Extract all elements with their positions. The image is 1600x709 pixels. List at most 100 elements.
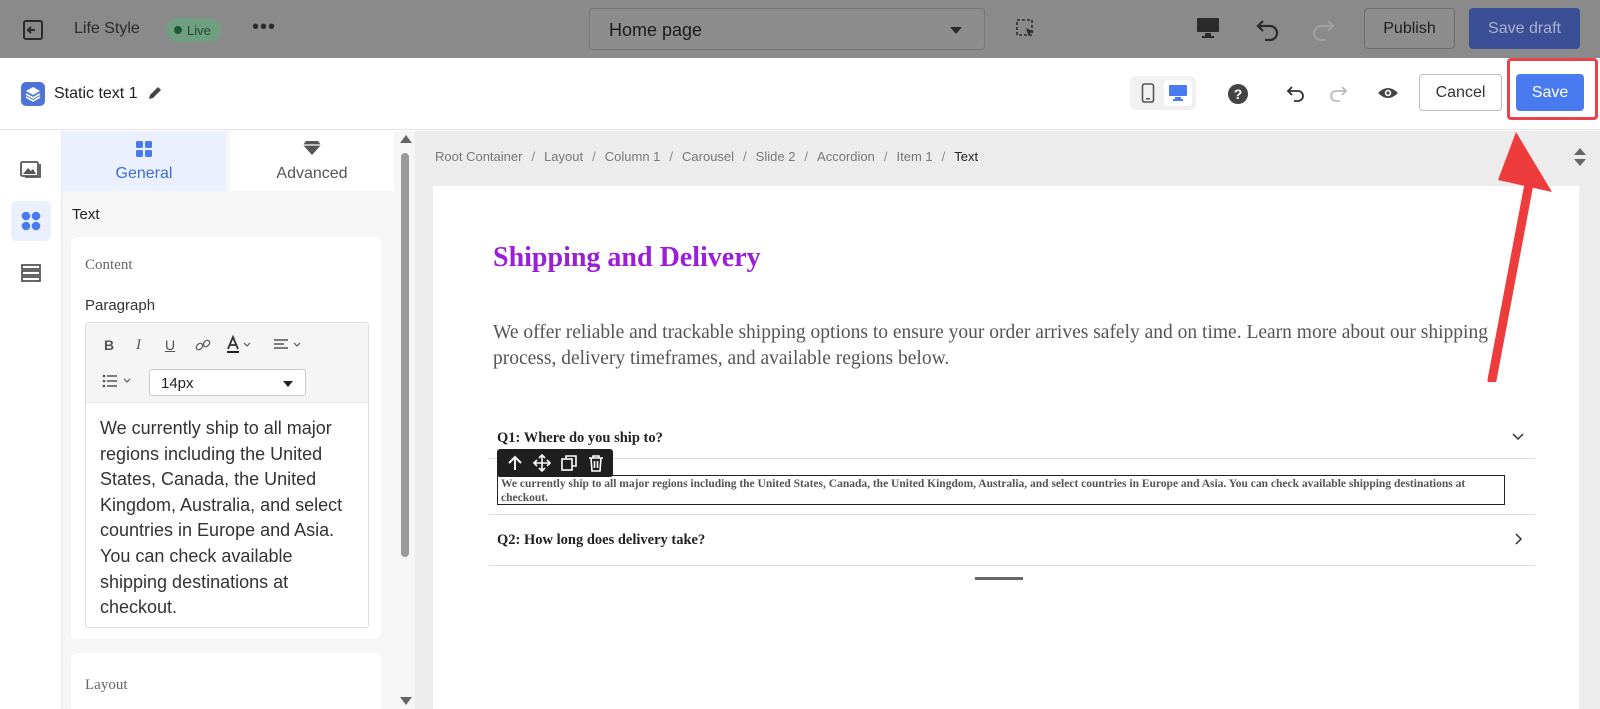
tab-general-label: General — [115, 165, 173, 182]
content-card: Content Paragraph B I U 14px We currentl… — [71, 237, 381, 639]
left-icon-rail — [0, 131, 62, 709]
breadcrumb-separator: / — [669, 149, 674, 164]
breadcrumb-item[interactable]: Accordion — [817, 149, 875, 164]
select-parent-icon[interactable] — [506, 454, 524, 472]
underline-button[interactable]: U — [165, 337, 175, 353]
app-topbar: Life Style Live ••• Home page Publish Sa… — [0, 0, 1600, 58]
chevron-down-icon — [1512, 433, 1524, 441]
undo-icon[interactable] — [1255, 15, 1281, 41]
exit-icon[interactable] — [22, 19, 44, 41]
accordion-item: Q1: Where do you ship to? We currently s… — [489, 416, 1535, 515]
delete-icon[interactable] — [587, 454, 605, 472]
page-intro-text[interactable]: We offer reliable and trackable shipping… — [493, 320, 1503, 371]
breadcrumb-separator: / — [743, 149, 747, 164]
breadcrumb-separator: / — [531, 149, 536, 164]
chevron-down-icon — [283, 381, 293, 387]
rail-item-media[interactable] — [11, 149, 51, 189]
device-toggle — [1130, 76, 1196, 110]
page-preview: Shipping and Delivery We offer reliable … — [433, 186, 1579, 709]
page-heading[interactable]: Shipping and Delivery — [493, 242, 761, 274]
elements-icon — [21, 211, 41, 231]
element-action-toolbar — [497, 449, 613, 477]
grid-icon — [136, 141, 152, 157]
accordion-body: We currently ship to all major regions i… — [489, 449, 1535, 514]
tab-general[interactable]: General — [62, 131, 226, 191]
accordion-header[interactable]: Q1: Where do you ship to? — [489, 416, 1535, 458]
diamond-icon — [303, 141, 321, 155]
rail-item-layers[interactable] — [11, 253, 51, 293]
settings-panel: General Advanced Text Content Paragraph … — [62, 131, 397, 709]
bold-button[interactable]: B — [104, 337, 114, 353]
font-size-select[interactable]: 14px — [149, 369, 306, 396]
rail-item-elements[interactable] — [11, 201, 51, 241]
desktop-view-button[interactable] — [1164, 80, 1192, 106]
list-icon[interactable] — [102, 373, 136, 389]
breadcrumb-item[interactable]: Root Container — [435, 149, 522, 164]
layers-icon — [21, 82, 45, 106]
accordion-question: Q2: How long does delivery take? — [497, 532, 706, 548]
content-label: Content — [85, 257, 133, 273]
link-icon[interactable] — [195, 337, 211, 353]
breadcrumb-separator: / — [941, 149, 946, 164]
accordion-item: Q2: How long does delivery take? — [489, 515, 1535, 566]
breadcrumb-item[interactable]: Item 1 — [896, 149, 932, 164]
breadcrumb-current: Text — [954, 149, 979, 164]
italic-button[interactable]: I — [136, 337, 141, 354]
save-draft-button[interactable]: Save draft — [1469, 8, 1580, 49]
breadcrumb-separator: / — [804, 149, 809, 164]
redo-icon[interactable] — [1328, 83, 1348, 103]
move-icon[interactable] — [532, 454, 551, 472]
scrollbar-thumb[interactable] — [401, 153, 409, 557]
faq-accordion: Q1: Where do you ship to? We currently s… — [489, 416, 1535, 566]
redo-icon[interactable] — [1310, 15, 1336, 41]
accordion-question: Q1: Where do you ship to? — [497, 430, 663, 446]
carousel-indicator[interactable] — [975, 577, 1023, 580]
paragraph-label: Paragraph — [85, 297, 156, 314]
duplicate-icon[interactable] — [560, 454, 578, 472]
desktop-icon — [1169, 85, 1187, 101]
editor-canvas: Root Container / Layout / Column 1 / Carousel /… — [415, 131, 1600, 709]
cancel-button[interactable]: Cancel — [1419, 74, 1502, 111]
sort-arrows-icon[interactable] — [1573, 147, 1587, 167]
undo-icon[interactable] — [1286, 83, 1306, 103]
preview-eye-icon[interactable] — [1377, 86, 1399, 100]
breadcrumb-item[interactable]: Carousel — [682, 149, 734, 164]
page-selector-value: Home page — [609, 20, 703, 40]
chevron-down-icon — [950, 27, 962, 34]
desktop-preview-icon[interactable] — [1196, 17, 1220, 39]
select-element-icon[interactable] — [1015, 18, 1037, 40]
pencil-icon[interactable] — [146, 84, 164, 102]
help-icon[interactable]: ? — [1228, 84, 1248, 104]
panel-scrollbar[interactable] — [397, 131, 415, 709]
section-label-text: Text — [72, 206, 100, 223]
modal-header: Static text 1 ? Cancel Save — [0, 58, 1600, 130]
page-selector[interactable]: Home page — [589, 8, 985, 50]
scroll-down-icon[interactable] — [400, 697, 412, 705]
breadcrumb-item[interactable]: Slide 2 — [756, 149, 796, 164]
rich-text-editor: B I U 14px We currently ship to all majo… — [85, 322, 369, 628]
mobile-icon — [1141, 83, 1155, 103]
font-size-value: 14px — [161, 375, 194, 392]
publish-button[interactable]: Publish — [1364, 8, 1455, 49]
breadcrumb-item[interactable]: Layout — [544, 149, 583, 164]
accordion-header[interactable]: Q2: How long does delivery take? — [489, 515, 1535, 565]
site-name: Life Style — [74, 20, 140, 37]
align-icon[interactable] — [273, 337, 305, 353]
scroll-up-icon[interactable] — [400, 135, 412, 143]
editor-toolbar: B I U 14px — [86, 323, 368, 403]
selected-text-block[interactable]: We currently ship to all major regions i… — [497, 475, 1505, 505]
save-button[interactable]: Save — [1516, 74, 1584, 111]
annotation-arrow-icon — [1487, 132, 1552, 382]
live-label: Live — [187, 22, 211, 38]
breadcrumb-item[interactable]: Column 1 — [605, 149, 661, 164]
layout-label: Layout — [85, 677, 128, 693]
editor-content[interactable]: We currently ship to all major regions i… — [100, 416, 356, 621]
chevron-right-icon — [1515, 533, 1523, 545]
mobile-view-button[interactable] — [1134, 80, 1162, 106]
layers-list-icon — [21, 264, 41, 282]
breadcrumb-separator: / — [883, 149, 888, 164]
tab-advanced[interactable]: Advanced — [230, 131, 394, 191]
layout-card: Layout — [71, 653, 381, 709]
text-color-icon[interactable] — [225, 335, 255, 355]
more-options-icon[interactable]: ••• — [252, 16, 276, 39]
